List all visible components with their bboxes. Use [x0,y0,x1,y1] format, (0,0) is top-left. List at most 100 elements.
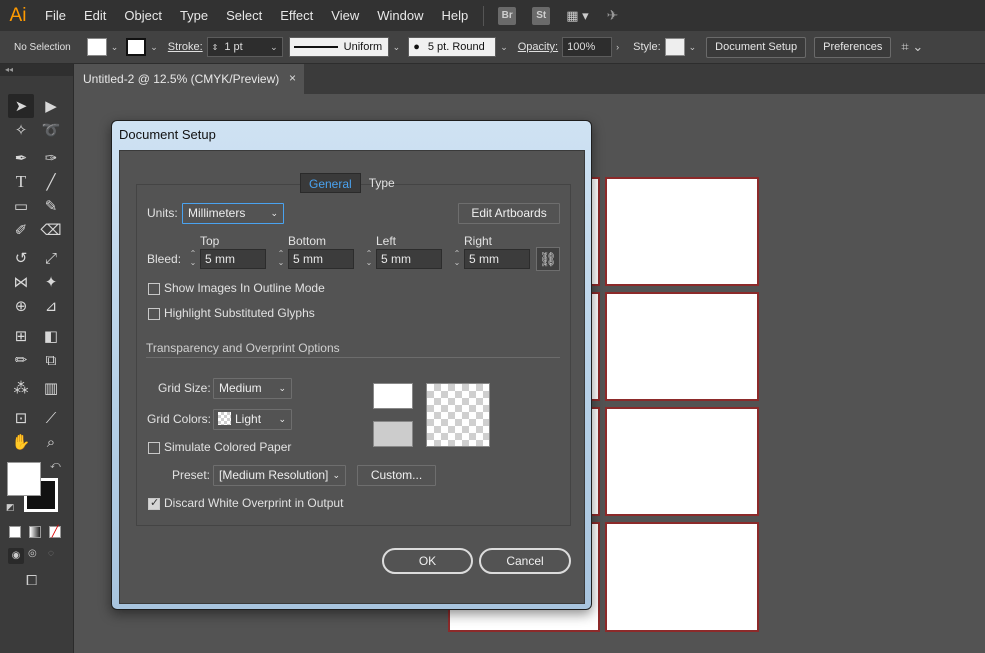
menu-edit[interactable]: Edit [75,0,115,31]
gpu-performance-icon[interactable]: ✈ [607,7,619,24]
screen-mode-icon[interactable]: ⧠ [26,572,37,589]
chevron-down-icon[interactable]: ⌄ [111,42,119,53]
document-setup-button[interactable]: Document Setup [706,36,807,58]
variable-width-profile[interactable]: Uniform [288,37,389,57]
discard-white-checkbox[interactable] [148,496,160,510]
gradient-tool-icon[interactable]: ◧ [38,324,64,348]
highlight-glyphs-label[interactable]: Highlight Substituted Glyphs [164,306,315,320]
artboard-6[interactable] [605,407,759,516]
color-mode-icon[interactable] [9,526,21,538]
bleed-left-stepper[interactable]: ⌃ ⌄ [363,249,375,269]
chevron-down-icon[interactable]: ⌄ [393,42,401,53]
rectangle-tool-icon[interactable]: ▭ [8,194,34,218]
simulate-paper-checkbox[interactable] [148,442,160,454]
menu-object[interactable]: Object [115,0,171,31]
mesh-tool-icon[interactable]: ⊞ [8,324,34,348]
grid-colors-select[interactable]: Light ⌄ [213,409,292,430]
column-graph-tool-icon[interactable]: ▥ [38,376,64,400]
hand-tool-icon[interactable]: ✋ [8,430,34,454]
arrange-documents-icon[interactable]: ⌗ ⌄ [901,39,923,55]
chevron-down-icon[interactable]: ⌄ [270,42,278,53]
bridge-button[interactable]: Br [498,6,517,25]
scale-tool-icon[interactable]: ⤢ [38,246,64,270]
eyedropper-tool-icon[interactable]: ✏ [8,348,34,372]
bleed-bottom-stepper[interactable]: ⌃ ⌄ [275,249,287,269]
direct-selection-tool-icon[interactable]: ▶ [38,94,64,118]
bleed-top-stepper[interactable]: ⌃ ⌄ [187,249,199,269]
pen-tool-icon[interactable]: ✒ [8,146,34,170]
chevron-down-icon[interactable]: ⌄ [150,42,158,53]
menu-view[interactable]: View [322,0,368,31]
tab-type[interactable]: Type [361,173,403,193]
curvature-tool-icon[interactable]: ✑ [38,146,64,170]
draw-behind-icon[interactable]: ◎ [28,548,37,559]
discard-white-label[interactable]: Discard White Overprint in Output [164,496,343,510]
artboard-2[interactable] [605,177,759,286]
menu-window[interactable]: Window [368,0,432,31]
tab-general[interactable]: General [300,173,361,193]
preset-select[interactable]: [Medium Resolution] ⌄ [213,465,346,486]
bleed-left-field[interactable]: 5 mm [376,249,442,269]
app-logo[interactable]: Ai [0,0,36,31]
chevron-down-icon[interactable]: ⌄ [500,42,508,53]
magic-wand-tool-icon[interactable]: ✧ [8,118,34,142]
slice-tool-icon[interactable]: ⟋ [38,406,64,430]
shape-builder-tool-icon[interactable]: ⊕ [8,294,34,318]
artboard-4[interactable] [605,292,759,401]
cancel-button[interactable]: Cancel [479,548,571,574]
paintbrush-tool-icon[interactable]: ✎ [38,194,64,218]
fill-swatch[interactable] [86,38,107,56]
show-images-outline-label[interactable]: Show Images In Outline Mode [164,281,325,295]
shaper-tool-icon[interactable]: ✐ [8,218,34,242]
highlight-glyphs-checkbox[interactable] [148,308,160,320]
simulate-paper-label[interactable]: Simulate Colored Paper [164,440,291,454]
stroke-weight-field[interactable]: ⇕ 1 pt ⌄ [206,37,283,57]
edit-artboards-button[interactable]: Edit Artboards [458,203,560,224]
symbol-sprayer-tool-icon[interactable]: ⁂ [8,376,34,400]
units-select[interactable]: Millimeters ⌄ [182,203,284,224]
opacity-label[interactable]: Opacity: [518,41,558,53]
selection-tool-icon[interactable]: ➤ [8,94,34,118]
workspace-layout-icon[interactable]: ▦ ▾ [566,8,588,24]
type-tool-icon[interactable]: T [8,170,34,194]
menu-effect[interactable]: Effect [271,0,322,31]
grid-size-select[interactable]: Medium ⌄ [213,378,292,399]
menu-help[interactable]: Help [432,0,477,31]
link-icon[interactable]: ⛓ [536,247,560,271]
stock-button[interactable]: St [532,6,551,25]
draw-normal-icon[interactable]: ◉ [8,548,24,564]
lasso-tool-icon[interactable]: ➰ [38,118,64,142]
menu-select[interactable]: Select [217,0,271,31]
menu-file[interactable]: File [36,0,75,31]
artboard-8[interactable] [605,522,759,632]
draw-inside-icon[interactable]: ◌ [48,548,54,559]
stroke-swatch[interactable] [126,38,147,56]
tab-document[interactable]: Untitled-2 @ 12.5% (CMYK/Preview) × [74,64,304,94]
grid-color-top-swatch[interactable] [373,383,413,409]
zoom-tool-icon[interactable]: ⌕ [38,430,64,454]
bleed-right-field[interactable]: 5 mm [464,249,530,269]
swap-colors-icon[interactable]: ⤺ [50,460,61,471]
menu-type[interactable]: Type [171,0,217,31]
width-tool-icon[interactable]: ⋈ [8,270,34,294]
artboard-tool-icon[interactable]: ⊡ [8,406,34,430]
brush-definition[interactable]: ● 5 pt. Round [408,37,497,57]
blend-tool-icon[interactable]: ⧉ [38,348,64,372]
eraser-tool-icon[interactable]: ⌫ [38,218,64,242]
bleed-top-field[interactable]: 5 mm [200,249,266,269]
stroke-label[interactable]: Stroke: [168,41,203,53]
show-images-outline-checkbox[interactable] [148,283,160,295]
panel-collapse-icon[interactable]: ◂◂ [0,64,73,76]
opacity-field[interactable]: 100% [562,37,613,57]
rotate-tool-icon[interactable]: ↺ [8,246,34,270]
gradient-mode-icon[interactable] [29,526,41,538]
close-icon[interactable]: × [289,71,296,85]
graphic-style-swatch[interactable] [664,38,685,56]
ok-button[interactable]: OK [382,548,473,574]
perspective-grid-tool-icon[interactable]: ⊿ [38,294,64,318]
grid-color-bottom-swatch[interactable] [373,421,413,447]
bleed-bottom-field[interactable]: 5 mm [288,249,354,269]
puppet-warp-tool-icon[interactable]: ✦ [38,270,64,294]
line-tool-icon[interactable]: ╱ [38,170,64,194]
fill-color-box[interactable] [7,462,41,496]
